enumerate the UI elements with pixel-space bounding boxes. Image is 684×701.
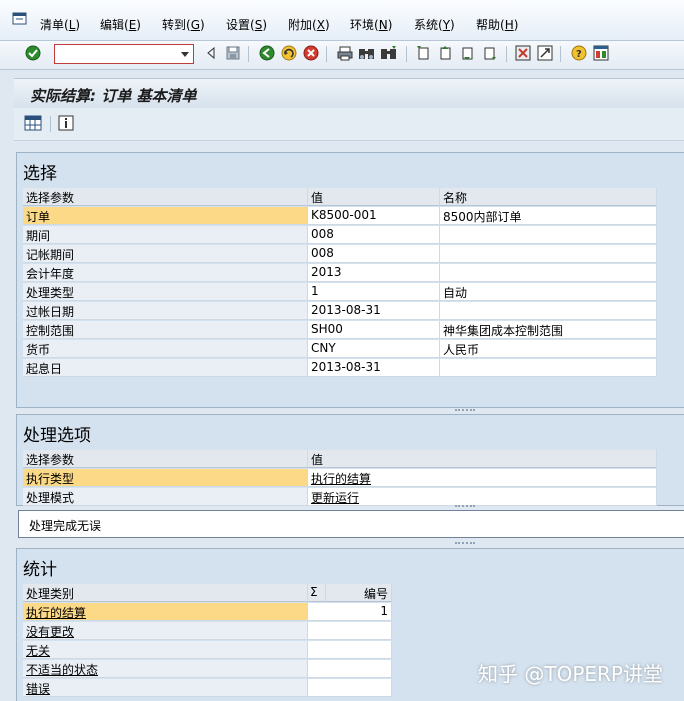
back-icon[interactable] — [258, 44, 276, 62]
row-value: 2013 — [308, 264, 440, 282]
row-count — [308, 660, 392, 678]
selection-title: 选择 — [23, 164, 57, 184]
chevron-down-icon[interactable] — [181, 52, 189, 57]
row-param[interactable]: 订单 — [23, 207, 308, 225]
row-value: 008 — [308, 245, 440, 263]
row-param[interactable]: 处理模式 — [23, 488, 308, 506]
sum-icon[interactable]: Σ — [308, 584, 326, 602]
menu-list[interactable]: 清单(L) — [40, 16, 80, 33]
row-name — [440, 302, 657, 320]
header-name: 名称 — [440, 188, 657, 206]
row-param[interactable]: 起息日 — [23, 359, 308, 377]
row-count — [308, 679, 392, 697]
row-name: 自动 — [440, 283, 657, 301]
menu-help[interactable]: 帮助(H) — [476, 16, 518, 33]
row-name — [440, 264, 657, 282]
status-message: 处理完成无误 — [29, 519, 102, 533]
row-name — [440, 359, 657, 377]
row-name: 人民币 — [440, 340, 657, 358]
watermark: 知乎 @TOPERP讲堂 — [478, 662, 663, 686]
row-value: 2013-08-31 — [308, 359, 440, 377]
row-param[interactable]: 控制范围 — [23, 321, 308, 339]
menu-environment[interactable]: 环境(N) — [350, 16, 392, 33]
row-value: 1 — [308, 283, 440, 301]
row-name — [440, 245, 657, 263]
menu-bar: 清单(L) 编辑(E) 转到(G) 设置(S) 附加(X) 环境(N) 系统(Y… — [0, 0, 684, 41]
row-param[interactable]: 货币 — [23, 340, 308, 358]
find-icon[interactable] — [358, 44, 376, 62]
collapse-left-icon[interactable] — [202, 44, 220, 62]
row-value: K8500-001 — [308, 207, 440, 225]
row-category[interactable]: 无关 — [23, 641, 308, 659]
command-input[interactable] — [57, 46, 181, 64]
shortcut-icon[interactable] — [536, 44, 554, 62]
selection-panel: 选择 选择参数 值 名称 订单 K8500-001 8500内部订单 期间 00… — [16, 152, 684, 408]
row-param[interactable]: 过帐日期 — [23, 302, 308, 320]
page-title: 实际结算: 订单 基本清单 — [30, 87, 197, 105]
menu-goto[interactable]: 转到(G) — [162, 16, 205, 33]
header-param: 选择参数 — [23, 450, 308, 468]
row-category[interactable]: 没有更改 — [23, 622, 308, 640]
info-icon[interactable] — [58, 115, 74, 134]
layout-menu-icon[interactable] — [592, 44, 610, 62]
header-category: 处理类别 — [23, 584, 308, 602]
row-name: 8500内部订单 — [440, 207, 657, 225]
menu-system[interactable]: 系统(Y) — [414, 16, 455, 33]
row-category[interactable]: 错误 — [23, 679, 308, 697]
row-value[interactable]: 执行的结算 — [308, 469, 657, 487]
save-icon[interactable] — [224, 44, 242, 62]
row-param[interactable]: 执行类型 — [23, 469, 308, 487]
row-value: 008 — [308, 226, 440, 244]
header-value: 值 — [308, 450, 657, 468]
row-value: 2013-08-31 — [308, 302, 440, 320]
row-value: CNY — [308, 340, 440, 358]
next-page-icon[interactable] — [458, 44, 476, 62]
exit-icon[interactable] — [280, 44, 298, 62]
statistics-title: 统计 — [23, 560, 57, 580]
row-count — [308, 622, 392, 640]
system-menu-icon[interactable] — [12, 12, 28, 29]
menu-settings[interactable]: 设置(S) — [226, 16, 267, 33]
options-title: 处理选项 — [23, 426, 91, 446]
row-name — [440, 226, 657, 244]
options-panel: 处理选项 选择参数 值 执行类型 执行的结算 处理模式 更新运行 — [16, 414, 684, 506]
header-value: 值 — [308, 188, 440, 206]
create-session-icon[interactable] — [514, 44, 532, 62]
help-icon[interactable]: ? — [570, 44, 588, 62]
row-param[interactable]: 处理类型 — [23, 283, 308, 301]
row-value[interactable]: 更新运行 — [308, 488, 657, 506]
last-page-icon[interactable] — [480, 44, 498, 62]
layout-grid-icon[interactable] — [24, 115, 42, 134]
menu-edit[interactable]: 编辑(E) — [100, 16, 141, 33]
menu-extras[interactable]: 附加(X) — [288, 16, 330, 33]
row-value: SH00 — [308, 321, 440, 339]
print-icon[interactable] — [336, 44, 354, 62]
header-param: 选择参数 — [23, 188, 308, 206]
row-param[interactable]: 期间 — [23, 226, 308, 244]
row-param[interactable]: 记帐期间 — [23, 245, 308, 263]
status-message-box: 处理完成无误 — [18, 510, 684, 538]
title-bar: 实际结算: 订单 基本清单 — [14, 78, 684, 109]
svg-text:?: ? — [576, 49, 582, 60]
enter-icon[interactable] — [24, 44, 42, 62]
row-count — [308, 641, 392, 659]
find-next-icon[interactable] — [380, 44, 398, 62]
header-number: 编号 — [326, 584, 392, 602]
row-category[interactable]: 不适当的状态 — [23, 660, 308, 678]
row-name: 神华集团成本控制范围 — [440, 321, 657, 339]
first-page-icon[interactable] — [414, 44, 432, 62]
row-category[interactable]: 执行的结算 — [23, 603, 308, 621]
row-count: 1 — [308, 603, 392, 621]
previous-page-icon[interactable] — [436, 44, 454, 62]
cancel-icon[interactable] — [302, 44, 320, 62]
application-toolbar — [14, 108, 684, 141]
row-param[interactable]: 会计年度 — [23, 264, 308, 282]
command-field[interactable] — [54, 44, 194, 64]
